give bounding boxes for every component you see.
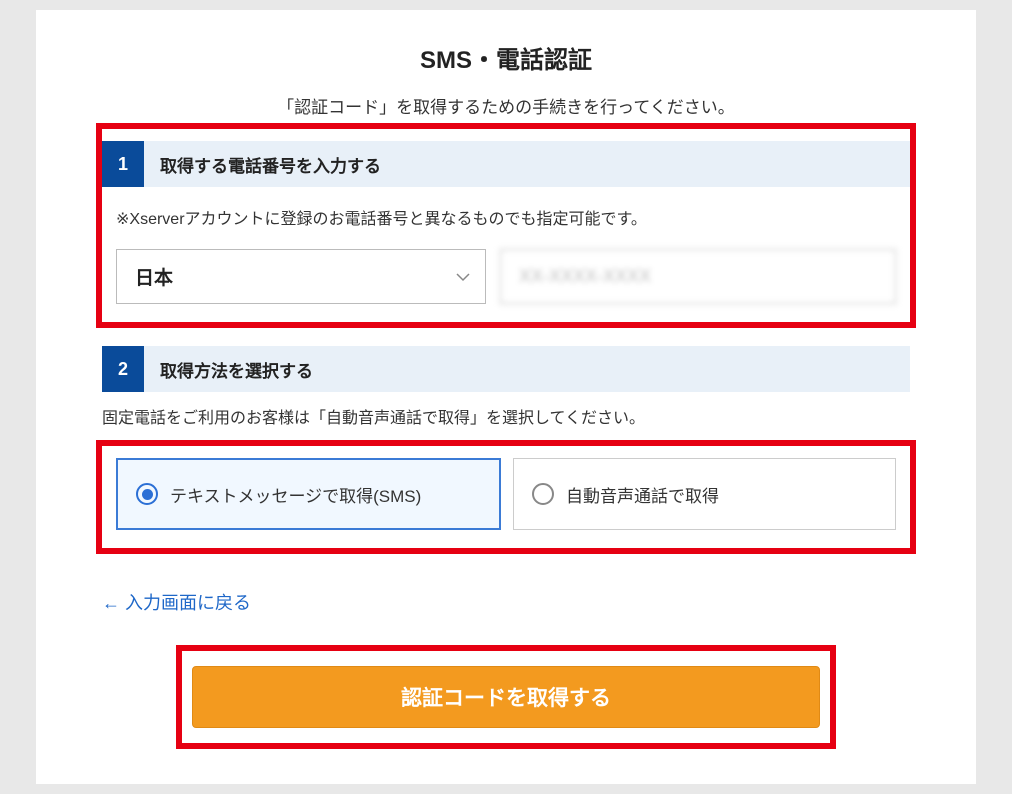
- phone-row: 日本 XX-XXXX-XXXX: [102, 249, 910, 304]
- step2-label: 取得方法を選択する: [144, 357, 313, 382]
- radio-option-voice[interactable]: 自動音声通話で取得: [513, 458, 896, 530]
- radio-option-sms[interactable]: テキストメッセージで取得(SMS): [116, 458, 501, 530]
- step1-header: 1 取得する電話番号を入力する: [102, 141, 910, 187]
- highlight-submit: 認証コードを取得する: [176, 645, 836, 749]
- step2-note: 固定電話をご利用のお客様は「自動音声通話で取得」を選択してください。: [36, 404, 976, 440]
- highlight-step1: 1 取得する電話番号を入力する ※Xserverアカウントに登録のお電話番号と異…: [96, 123, 916, 328]
- radio-label-sms: テキストメッセージで取得(SMS): [170, 482, 421, 507]
- country-selected-value: 日本: [116, 249, 486, 304]
- method-radio-group: テキストメッセージで取得(SMS) 自動音声通話で取得: [102, 458, 910, 530]
- step2-number: 2: [102, 346, 144, 392]
- country-select[interactable]: 日本: [116, 249, 486, 304]
- phone-input[interactable]: XX-XXXX-XXXX: [500, 249, 896, 304]
- back-link[interactable]: ← 入力画面に戻る: [36, 589, 976, 615]
- auth-card: SMS・電話認証 「認証コード」を取得するための手続きを行ってください。 1 取…: [36, 10, 976, 784]
- page-title: SMS・電話認証: [36, 40, 976, 75]
- radio-icon-unselected: [532, 483, 554, 505]
- highlight-step2: テキストメッセージで取得(SMS) 自動音声通話で取得: [96, 440, 916, 554]
- step1-label: 取得する電話番号を入力する: [144, 152, 381, 177]
- radio-label-voice: 自動音声通話で取得: [566, 482, 719, 507]
- step1-number: 1: [102, 141, 144, 187]
- page-subtitle: 「認証コード」を取得するための手続きを行ってください。: [36, 93, 976, 118]
- step1-note: ※Xserverアカウントに登録のお電話番号と異なるものでも指定可能です。: [102, 205, 910, 249]
- submit-button[interactable]: 認証コードを取得する: [192, 666, 820, 728]
- step2-header: 2 取得方法を選択する: [102, 346, 910, 392]
- radio-icon-selected: [136, 483, 158, 505]
